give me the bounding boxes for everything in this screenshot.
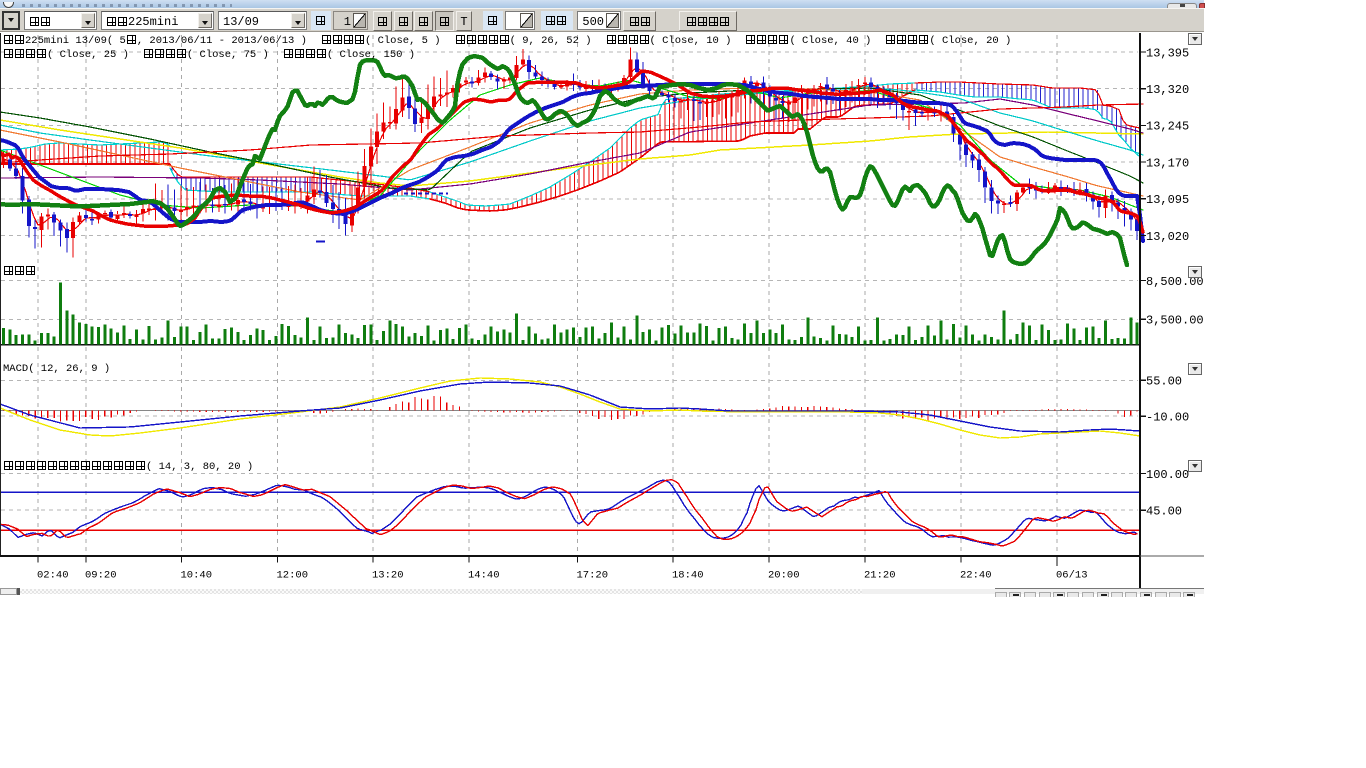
svg-text:06/13: 06/13 (1056, 570, 1088, 582)
svg-text:13:20: 13:20 (372, 570, 404, 582)
svg-text:100.00: 100.00 (1146, 468, 1189, 482)
svg-text:20:00: 20:00 (768, 570, 800, 582)
svg-text:02:40: 02:40 (37, 570, 69, 582)
svg-text:14:40: 14:40 (468, 570, 500, 582)
svg-text:09:20: 09:20 (85, 570, 117, 582)
svg-text:13,320: 13,320 (1146, 83, 1189, 97)
svg-text:13,020: 13,020 (1146, 230, 1189, 244)
svg-text:13,395: 13,395 (1146, 46, 1189, 60)
svg-text:-10.00: -10.00 (1146, 411, 1189, 425)
svg-text:13,245: 13,245 (1146, 120, 1189, 134)
svg-text:3,500.00: 3,500.00 (1146, 314, 1204, 328)
svg-text:13,095: 13,095 (1146, 193, 1189, 207)
svg-text:17:20: 17:20 (577, 570, 609, 582)
svg-text:22:40: 22:40 (960, 570, 992, 582)
svg-text:12:00: 12:00 (277, 570, 309, 582)
svg-text:45.00: 45.00 (1146, 505, 1182, 519)
svg-text:21:20: 21:20 (864, 570, 896, 582)
svg-text:13,170: 13,170 (1146, 156, 1189, 170)
svg-text:18:40: 18:40 (672, 570, 704, 582)
svg-text:10:40: 10:40 (181, 570, 213, 582)
svg-text:55.00: 55.00 (1146, 375, 1182, 389)
